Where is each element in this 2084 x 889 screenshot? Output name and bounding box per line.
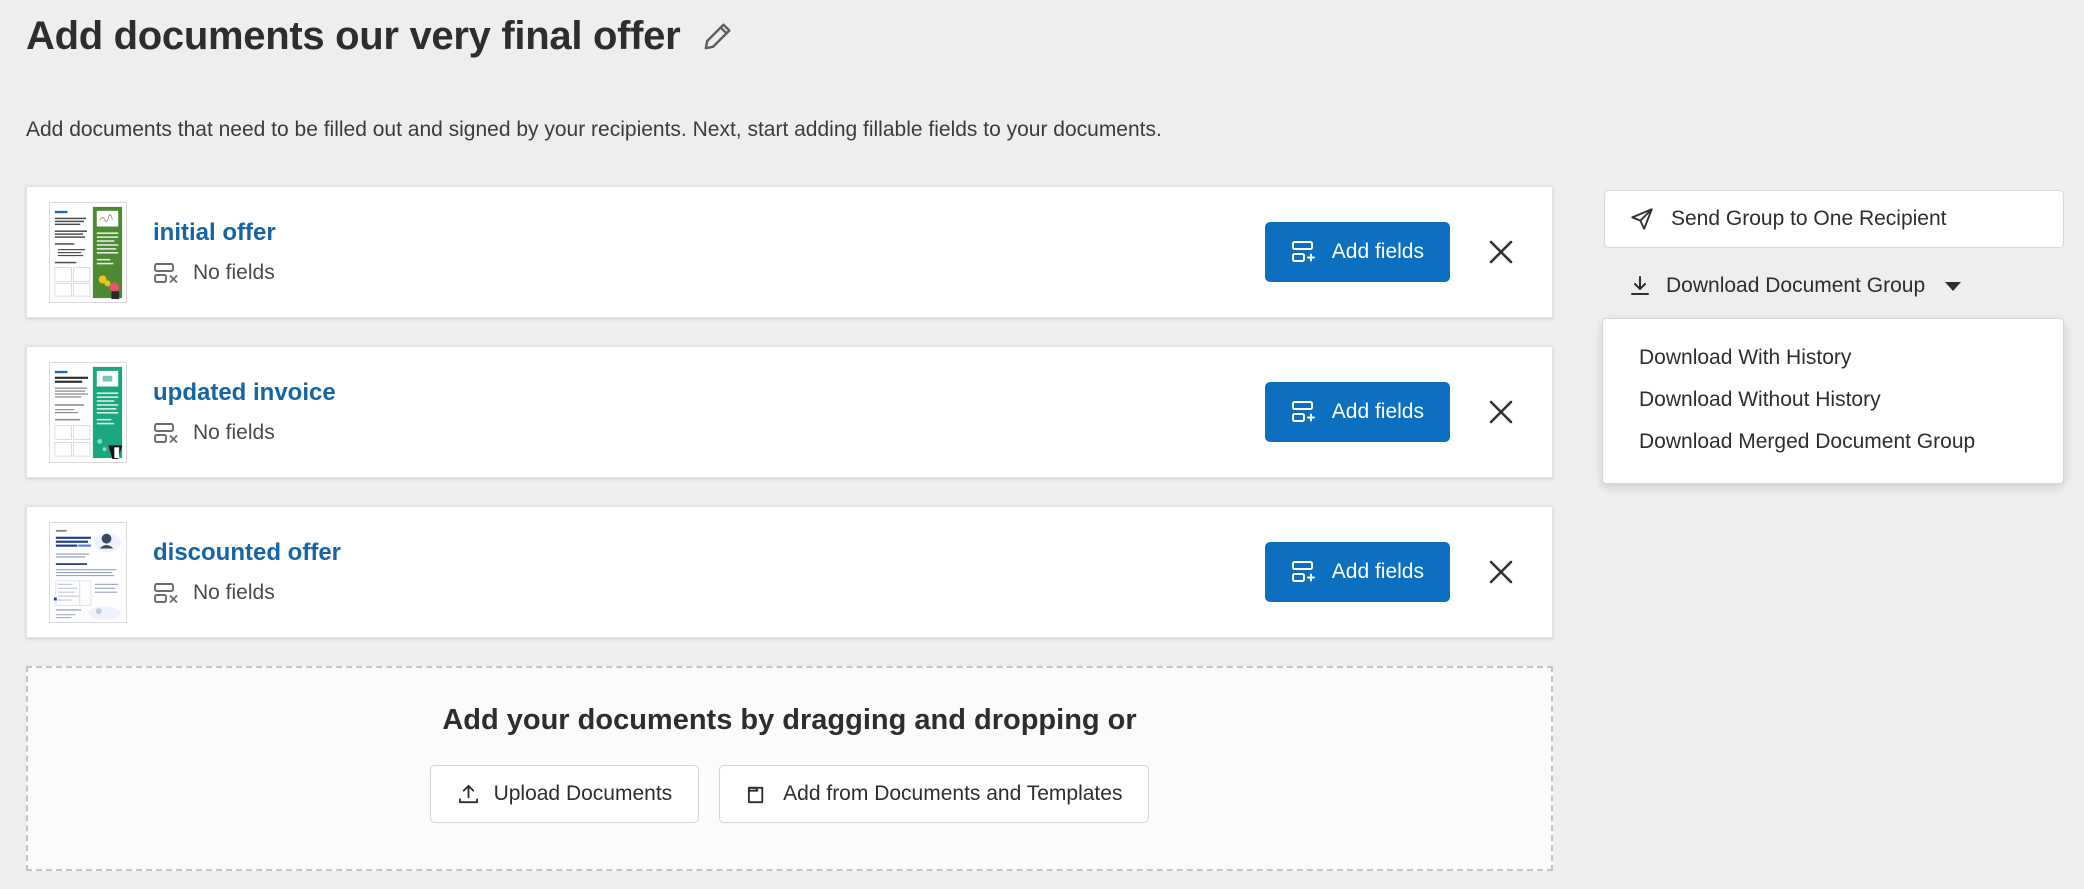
upload-documents-label: Upload Documents [494, 782, 673, 806]
dropzone-actions: Upload Documents Add from Documents and … [430, 765, 1150, 823]
document-thumbnail[interactable] [49, 522, 127, 623]
add-documents-page: Add documents our very final offer Add d… [0, 0, 2084, 889]
page-header: Add documents our very final offer [26, 14, 734, 59]
document-thumbnail[interactable] [49, 362, 127, 463]
add-fields-icon [1291, 560, 1318, 584]
page-title: Add documents our very final offer [26, 14, 680, 59]
document-info: updated invoice No fields [147, 379, 1265, 446]
menu-item-download-merged[interactable]: Download Merged Document Group [1603, 421, 2063, 463]
fields-status-text: No fields [193, 261, 275, 285]
add-fields-button[interactable]: Add fields [1265, 222, 1450, 282]
upload-documents-button[interactable]: Upload Documents [430, 765, 700, 823]
fields-status: No fields [153, 581, 1265, 605]
document-name-link[interactable]: updated invoice [153, 379, 336, 408]
add-fields-button[interactable]: Add fields [1265, 382, 1450, 442]
document-name-link[interactable]: initial offer [153, 219, 276, 248]
page-subtitle: Add documents that need to be filled out… [26, 118, 1162, 142]
menu-item-download-with-history[interactable]: Download With History [1603, 337, 2063, 379]
document-info: discounted offer No fields [147, 539, 1265, 606]
add-fields-label: Add fields [1332, 240, 1424, 264]
add-fields-button[interactable]: Add fields [1265, 542, 1450, 602]
remove-document-button[interactable] [1472, 383, 1530, 441]
download-group-button[interactable]: Download Document Group [1604, 262, 1961, 310]
close-icon [1486, 557, 1516, 587]
table-row: initial offer No fields [26, 186, 1553, 318]
fields-status-text: No fields [193, 421, 275, 445]
document-thumbnail[interactable] [49, 202, 127, 303]
remove-document-button[interactable] [1472, 223, 1530, 281]
chevron-down-icon [1945, 282, 1961, 291]
upload-icon [457, 783, 480, 806]
download-icon [1628, 274, 1652, 298]
paper-plane-icon [1629, 206, 1655, 232]
add-from-templates-button[interactable]: Add from Documents and Templates [719, 765, 1149, 823]
fields-status-text: No fields [193, 581, 275, 605]
send-group-label: Send Group to One Recipient [1671, 207, 1947, 231]
table-row: updated invoice No fields [26, 346, 1553, 478]
download-dropdown-menu: Download With History Download Without H… [1602, 318, 2064, 484]
no-fields-icon [153, 422, 179, 444]
add-fields-icon [1291, 400, 1318, 424]
document-dropzone[interactable]: Add your documents by dragging and dropp… [26, 666, 1553, 871]
actions-panel: Send Group to One Recipient Download Doc… [1604, 190, 2064, 310]
send-group-button[interactable]: Send Group to One Recipient [1604, 190, 2064, 248]
dropzone-title: Add your documents by dragging and dropp… [442, 704, 1136, 737]
fields-status: No fields [153, 421, 1265, 445]
add-fields-label: Add fields [1332, 400, 1424, 424]
pencil-icon[interactable] [700, 20, 734, 54]
document-name-link[interactable]: discounted offer [153, 539, 341, 568]
fields-status: No fields [153, 261, 1265, 285]
folder-icon [746, 783, 769, 806]
remove-document-button[interactable] [1472, 543, 1530, 601]
add-from-templates-label: Add from Documents and Templates [783, 782, 1122, 806]
close-icon [1486, 237, 1516, 267]
document-list: initial offer No fields [26, 186, 1553, 666]
no-fields-icon [153, 582, 179, 604]
add-fields-icon [1291, 240, 1318, 264]
close-icon [1486, 397, 1516, 427]
add-fields-label: Add fields [1332, 560, 1424, 584]
document-info: initial offer No fields [147, 219, 1265, 286]
menu-item-download-without-history[interactable]: Download Without History [1603, 379, 2063, 421]
no-fields-icon [153, 262, 179, 284]
table-row: discounted offer No fields [26, 506, 1553, 638]
download-group-label: Download Document Group [1666, 274, 1925, 298]
